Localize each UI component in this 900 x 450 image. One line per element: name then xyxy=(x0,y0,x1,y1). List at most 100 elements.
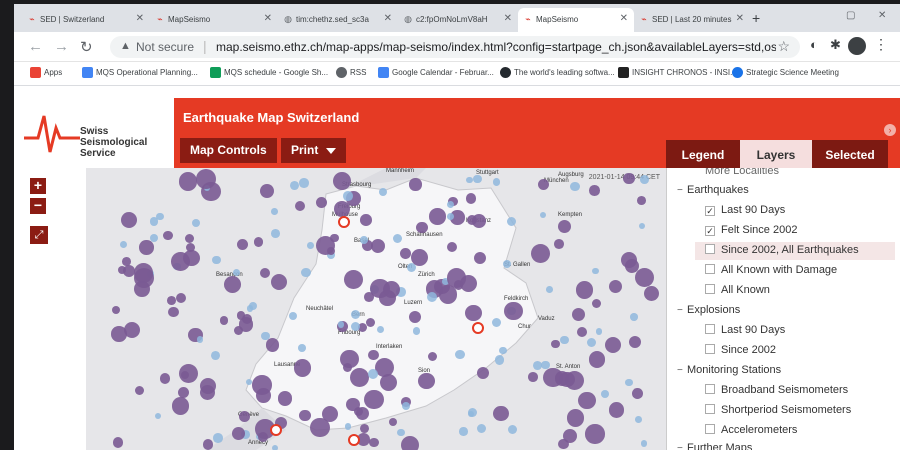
earthquake-marker[interactable] xyxy=(589,185,600,196)
fullscreen-icon[interactable]: ⤢ xyxy=(30,226,48,244)
bookmark-mqs-planning[interactable]: MQS Operational Planning... xyxy=(82,67,198,78)
earthquake-marker[interactable] xyxy=(360,236,368,244)
earthquake-marker[interactable] xyxy=(256,388,271,403)
checkbox[interactable] xyxy=(705,344,715,354)
earthquake-marker[interactable] xyxy=(571,307,585,321)
tab-selected[interactable]: Selected xyxy=(812,140,888,168)
earthquake-marker[interactable] xyxy=(466,214,477,225)
earthquake-marker[interactable] xyxy=(246,305,254,312)
checkbox[interactable] xyxy=(705,424,715,434)
earthquake-marker[interactable] xyxy=(359,424,369,434)
close-icon[interactable]: › xyxy=(884,124,896,136)
earthquake-marker[interactable] xyxy=(184,233,194,243)
earthquake-marker[interactable] xyxy=(409,178,422,191)
earthquake-marker[interactable] xyxy=(578,391,596,410)
earthquake-marker[interactable] xyxy=(412,327,421,335)
checkbox[interactable] xyxy=(705,264,715,274)
layer-eq-known-damage[interactable]: All Known with Damage xyxy=(705,264,837,276)
earthquake-marker[interactable] xyxy=(401,436,420,450)
tab-sed-last-20-min[interactable]: ⌁ SED | Last 20 minutes ✕ xyxy=(634,8,750,32)
earthquake-marker[interactable] xyxy=(133,263,154,283)
earthquake-marker[interactable] xyxy=(196,336,204,343)
earthquake-marker[interactable] xyxy=(343,191,353,201)
zoom-out-button[interactable]: − xyxy=(30,198,46,214)
layer-eq-all-known[interactable]: All Known xyxy=(705,284,770,296)
layer-explosions-last-90-days[interactable]: Last 90 Days xyxy=(705,324,785,336)
close-icon[interactable]: ✕ xyxy=(736,13,744,24)
earthquake-marker[interactable] xyxy=(334,201,351,217)
earthquake-marker[interactable] xyxy=(110,326,127,342)
close-window-icon[interactable]: ✕ xyxy=(878,10,886,21)
earthquake-marker[interactable] xyxy=(378,188,387,197)
layer-eq-last-90-days[interactable]: ✓ Last 90 Days xyxy=(705,204,785,216)
layer-shortperiod[interactable]: Shortperiod Seismometers xyxy=(705,404,851,416)
earthquake-marker[interactable] xyxy=(236,311,245,320)
earthquake-marker[interactable] xyxy=(465,304,482,321)
earthquake-marker[interactable] xyxy=(210,351,220,361)
earthquake-marker[interactable] xyxy=(459,427,468,436)
tab-layers[interactable]: Layers xyxy=(740,140,812,168)
layer-more-localities[interactable]: More Localities xyxy=(705,168,779,177)
group-monitoring-stations[interactable]: − Monitoring Stations xyxy=(677,364,781,376)
earthquake-marker[interactable] xyxy=(499,346,507,355)
close-icon[interactable]: ✕ xyxy=(384,13,392,24)
earthquake-marker[interactable] xyxy=(416,221,428,234)
earthquake-marker[interactable] xyxy=(177,386,190,398)
highlighted-earthquake-marker[interactable] xyxy=(338,216,350,228)
earthquake-marker[interactable] xyxy=(585,424,605,444)
earthquake-marker[interactable] xyxy=(179,172,198,191)
earthquake-marker[interactable] xyxy=(202,438,214,450)
earthquake-marker[interactable] xyxy=(630,313,638,321)
earthquake-marker[interactable] xyxy=(253,237,264,247)
earthquake-marker[interactable] xyxy=(640,440,647,447)
checkbox[interactable] xyxy=(705,324,715,334)
earthquake-marker[interactable] xyxy=(643,285,659,301)
earthquake-marker[interactable] xyxy=(530,243,550,263)
earthquake-marker[interactable] xyxy=(270,208,278,215)
tab-sed-switzerland[interactable]: ⌁ SED | Switzerland ✕ xyxy=(22,8,150,32)
map-controls-button[interactable]: Map Controls xyxy=(180,138,277,163)
checkbox[interactable] xyxy=(705,384,715,394)
earthquake-marker[interactable] xyxy=(595,328,603,335)
earthquake-marker[interactable] xyxy=(553,238,564,249)
earthquake-marker[interactable] xyxy=(368,350,379,361)
earthquake-marker[interactable] xyxy=(299,178,309,188)
earthquake-marker[interactable] xyxy=(337,320,345,328)
earthquake-marker[interactable] xyxy=(576,326,587,337)
earthquake-marker[interactable] xyxy=(212,433,223,443)
earthquake-marker[interactable] xyxy=(532,360,542,370)
earthquake-marker[interactable] xyxy=(528,372,538,382)
tab-c2[interactable]: ◍ c2:fpOmNoLmV8aH ✕ xyxy=(398,8,518,32)
earthquake-marker[interactable] xyxy=(635,267,655,287)
earthquake-marker[interactable] xyxy=(350,321,360,331)
reload-icon[interactable]: ↻ xyxy=(80,38,93,56)
earthquake-marker[interactable] xyxy=(566,409,584,427)
close-icon[interactable]: ✕ xyxy=(504,13,512,24)
earthquake-marker[interactable] xyxy=(588,350,606,368)
earthquake-marker[interactable] xyxy=(139,240,154,255)
earthquake-marker[interactable] xyxy=(238,317,254,332)
earthquake-marker[interactable] xyxy=(119,240,127,248)
earthquake-marker[interactable] xyxy=(575,281,594,299)
earthquake-marker[interactable] xyxy=(447,241,458,252)
earthquake-marker[interactable] xyxy=(453,280,463,290)
close-icon[interactable]: ✕ xyxy=(264,13,272,24)
layer-broadband[interactable]: Broadband Seismometers xyxy=(705,384,848,396)
earthquake-marker[interactable] xyxy=(154,412,161,420)
earthquake-marker[interactable] xyxy=(557,219,571,233)
earthquake-marker[interactable] xyxy=(343,270,363,290)
bookmark-mqs-schedule[interactable]: MQS schedule - Google Sh... xyxy=(210,67,328,78)
forward-icon[interactable]: → xyxy=(54,38,69,55)
earthquake-marker[interactable] xyxy=(539,211,546,218)
highlighted-earthquake-marker[interactable] xyxy=(348,434,360,446)
earthquake-marker[interactable] xyxy=(212,255,221,265)
layer-eq-since-2002-all[interactable]: Since 2002, All Earthquakes xyxy=(695,242,895,260)
layer-explosions-since-2002[interactable]: Since 2002 xyxy=(705,344,776,356)
earthquake-marker[interactable] xyxy=(623,172,635,185)
highlighted-earthquake-marker[interactable] xyxy=(472,322,484,334)
earthquake-marker[interactable] xyxy=(620,251,637,268)
earthquake-marker[interactable] xyxy=(569,181,580,192)
earthquake-marker[interactable] xyxy=(507,424,517,435)
earthquake-marker[interactable] xyxy=(219,316,229,325)
extension-icon[interactable]: ◐ xyxy=(810,37,818,52)
